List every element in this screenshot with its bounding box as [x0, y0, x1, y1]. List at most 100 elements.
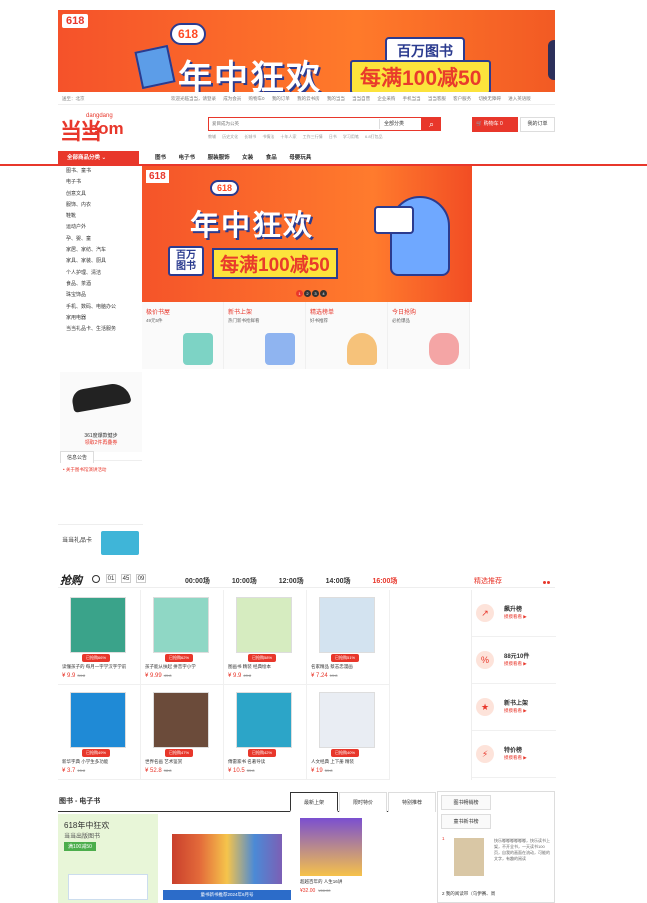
books-tab[interactable]: 最新上架: [290, 792, 338, 812]
delivery-location[interactable]: 送至：北京: [62, 93, 85, 105]
hot-word[interactable]: 书情法: [262, 134, 274, 139]
rank-card[interactable]: ⚡ 特价榜 摸摸看看 ▶: [472, 731, 556, 778]
dangdang-logo[interactable]: 当当 dangdang .com: [60, 113, 124, 146]
time-slot-current[interactable]: 16:00场: [372, 578, 397, 585]
time-slot[interactable]: 14:00场: [326, 578, 351, 585]
feature-tile[interactable]: 极价书屋 49元5件: [142, 302, 224, 369]
time-slot[interactable]: 10:00场: [232, 578, 257, 585]
feature-tile[interactable]: 今日抢购 必抢爆品: [388, 302, 470, 369]
recommend-dots[interactable]: [543, 580, 553, 584]
product-card[interactable]: 已抢购47% 世界名画 艺术鉴赏 ¥ 52.8 98.8: [141, 685, 224, 780]
nav-item[interactable]: 食品: [266, 155, 277, 161]
time-slot[interactable]: 12:00场: [279, 578, 304, 585]
feature-tile[interactable]: 新书上架 热门新书抢鲜看: [224, 302, 306, 369]
category-item[interactable]: 家居、家纺、汽车: [58, 245, 142, 256]
product-old-price: 59.8: [324, 768, 333, 773]
category-item[interactable]: 手机、数码、电脑办公: [58, 302, 142, 313]
bestseller-tab[interactable]: 童书新书榜: [441, 814, 491, 829]
rank-link[interactable]: 摸摸看看 ▶: [504, 755, 527, 761]
category-item[interactable]: 图书、童书: [58, 166, 142, 177]
nav-item[interactable]: 女装: [242, 155, 253, 161]
search-category-select[interactable]: 全部分类: [379, 119, 419, 129]
bestseller-cover[interactable]: [454, 838, 484, 876]
books-tab[interactable]: 限时特价: [339, 792, 387, 812]
info-tab[interactable]: 信息公告: [60, 451, 95, 463]
search-input[interactable]: [209, 118, 359, 129]
top-link[interactable]: 切换无障碍: [478, 96, 501, 101]
cart-button[interactable]: 🛒 购物车 0: [472, 117, 518, 132]
shoe-promo[interactable]: 361度爆款健步 领取2件再叠券: [60, 372, 142, 452]
search-button[interactable]: ⌕: [422, 117, 441, 131]
category-item[interactable]: 当当礼品卡、生活服务: [58, 324, 142, 335]
rank-card[interactable]: % 88元10件 摸摸看看 ▶: [472, 637, 556, 684]
hot-word[interactable]: 长城书: [244, 134, 256, 139]
nav-item[interactable]: 图书: [155, 155, 166, 161]
top-link[interactable]: 欢迎光临当当，请登录: [171, 96, 216, 101]
nav-item[interactable]: 电子书: [179, 155, 196, 161]
category-item[interactable]: 珠宝饰品: [58, 290, 142, 301]
hot-word[interactable]: 6.8打包品: [365, 134, 383, 139]
books-tab[interactable]: 特别推荐: [388, 792, 436, 812]
time-slot[interactable]: 00:00场: [185, 578, 210, 585]
books-promo[interactable]: 618年中狂欢 当当出版图书 满100减50: [58, 814, 158, 903]
my-orders-button[interactable]: 我的订单: [520, 117, 555, 132]
hot-word[interactable]: 十年人家: [281, 134, 297, 139]
product-cover: [153, 597, 209, 653]
category-item[interactable]: 家用电器: [58, 313, 142, 324]
top-link[interactable]: 成为会员: [223, 96, 241, 101]
top-link[interactable]: 进入英语版: [508, 96, 531, 101]
nav-item[interactable]: 母婴玩具: [289, 155, 311, 161]
hot-word[interactable]: 学习用笔: [343, 134, 359, 139]
rank-link[interactable]: 摸摸看看 ▶: [504, 708, 527, 714]
category-item[interactable]: 孕、婴、童: [58, 234, 142, 245]
book-set-promo[interactable]: 童书新书推荐2024年6月号: [158, 814, 296, 903]
category-item[interactable]: 电子书: [58, 177, 142, 188]
product-card[interactable]: 已抢购58% 图画书 精装 经典绘本 ¥ 9.9 49.8: [224, 590, 307, 685]
product-card[interactable]: 已抢购49% 新华字典 小学生多功能 ¥ 3.7 15.8: [58, 685, 141, 780]
product-card[interactable]: 已抢购40% 人文经典 上下册 精装 ¥ 19 59.8: [307, 685, 390, 780]
hot-word[interactable]: 教辅: [208, 134, 216, 139]
hot-word[interactable]: 历史文化: [222, 134, 238, 139]
category-item[interactable]: 个人护理、清洁: [58, 268, 142, 279]
carousel-dot[interactable]: 4: [320, 290, 327, 297]
product-card[interactable]: 已抢购42% 傅雷家书 名著导读 ¥ 10.5 39.8: [224, 685, 307, 780]
top-link[interactable]: 当当客服: [428, 96, 446, 101]
top-link[interactable]: 我的订单: [272, 96, 290, 101]
rank-link[interactable]: 摸摸看看 ▶: [504, 614, 527, 620]
bestseller-tab[interactable]: 图书畅销榜: [441, 795, 491, 810]
rank-link[interactable]: 摸摸看看 ▶: [504, 661, 527, 667]
carousel-dot[interactable]: 2: [304, 290, 311, 297]
top-link[interactable]: 企业采购: [377, 96, 395, 101]
top-link[interactable]: 购物车0: [249, 96, 265, 101]
top-promo-banner[interactable]: 618 618 年中狂欢 百万图书 每满100减50: [58, 10, 555, 92]
bestseller-item[interactable]: 2 我的阅读带（乌伊赛、周: [442, 891, 495, 897]
top-link[interactable]: 当当自营: [352, 96, 370, 101]
product-card[interactable]: 已抢购51% 名家精品 蔡志忠漫画 ¥ 7.24 19.8: [307, 590, 390, 685]
info-item[interactable]: • 关于图书馆演讲活动: [63, 467, 106, 473]
category-item[interactable]: 服饰、内衣: [58, 200, 142, 211]
rank-card[interactable]: ★ 新书上架 摸摸看看 ▶: [472, 684, 556, 731]
category-item[interactable]: 创意文具: [58, 189, 142, 200]
product-card[interactable]: 已抢购62% 孩子能从扶起 拼音字小学 ¥ 9.99 49.8: [141, 590, 224, 685]
banner-deal: 每满100减50: [350, 60, 492, 92]
category-item[interactable]: 家具、家装、厨具: [58, 256, 142, 267]
feature-tile[interactable]: 精选榜单 好书推荐: [306, 302, 388, 369]
top-link[interactable]: 手机当当: [403, 96, 421, 101]
top-link[interactable]: 我的云书房: [297, 96, 320, 101]
product-card[interactable]: 已抢购66% 读懂孩子的 每月一字学汉字学前 ¥ 9.9 34.8: [58, 590, 141, 685]
gift-card-promo[interactable]: 当当礼品卡: [58, 524, 143, 566]
carousel-dot[interactable]: 1: [296, 290, 303, 297]
category-item[interactable]: 运动户外: [58, 222, 142, 233]
book-card[interactable]: 超越百年的 人生16讲 ¥32.00 ¥66.00: [298, 814, 364, 903]
category-item[interactable]: 鞋靴: [58, 211, 142, 222]
top-link[interactable]: 我的当当: [327, 96, 345, 101]
hot-word[interactable]: 日书: [329, 134, 337, 139]
category-item[interactable]: 食品、茶酒: [58, 279, 142, 290]
rank-card[interactable]: ↗ 飙升榜 摸摸看看 ▶: [472, 590, 556, 637]
hot-word[interactable]: 工作三行情: [303, 134, 323, 139]
nav-item[interactable]: 服装服饰: [208, 155, 230, 161]
carousel-dot[interactable]: 3: [312, 290, 319, 297]
top-link[interactable]: 客户服务: [453, 96, 471, 101]
main-carousel-banner[interactable]: 618 618 年中狂欢 百万图书 每满100减50: [142, 166, 472, 302]
all-categories-button[interactable]: 全部商品分类 ⌄: [58, 151, 139, 165]
